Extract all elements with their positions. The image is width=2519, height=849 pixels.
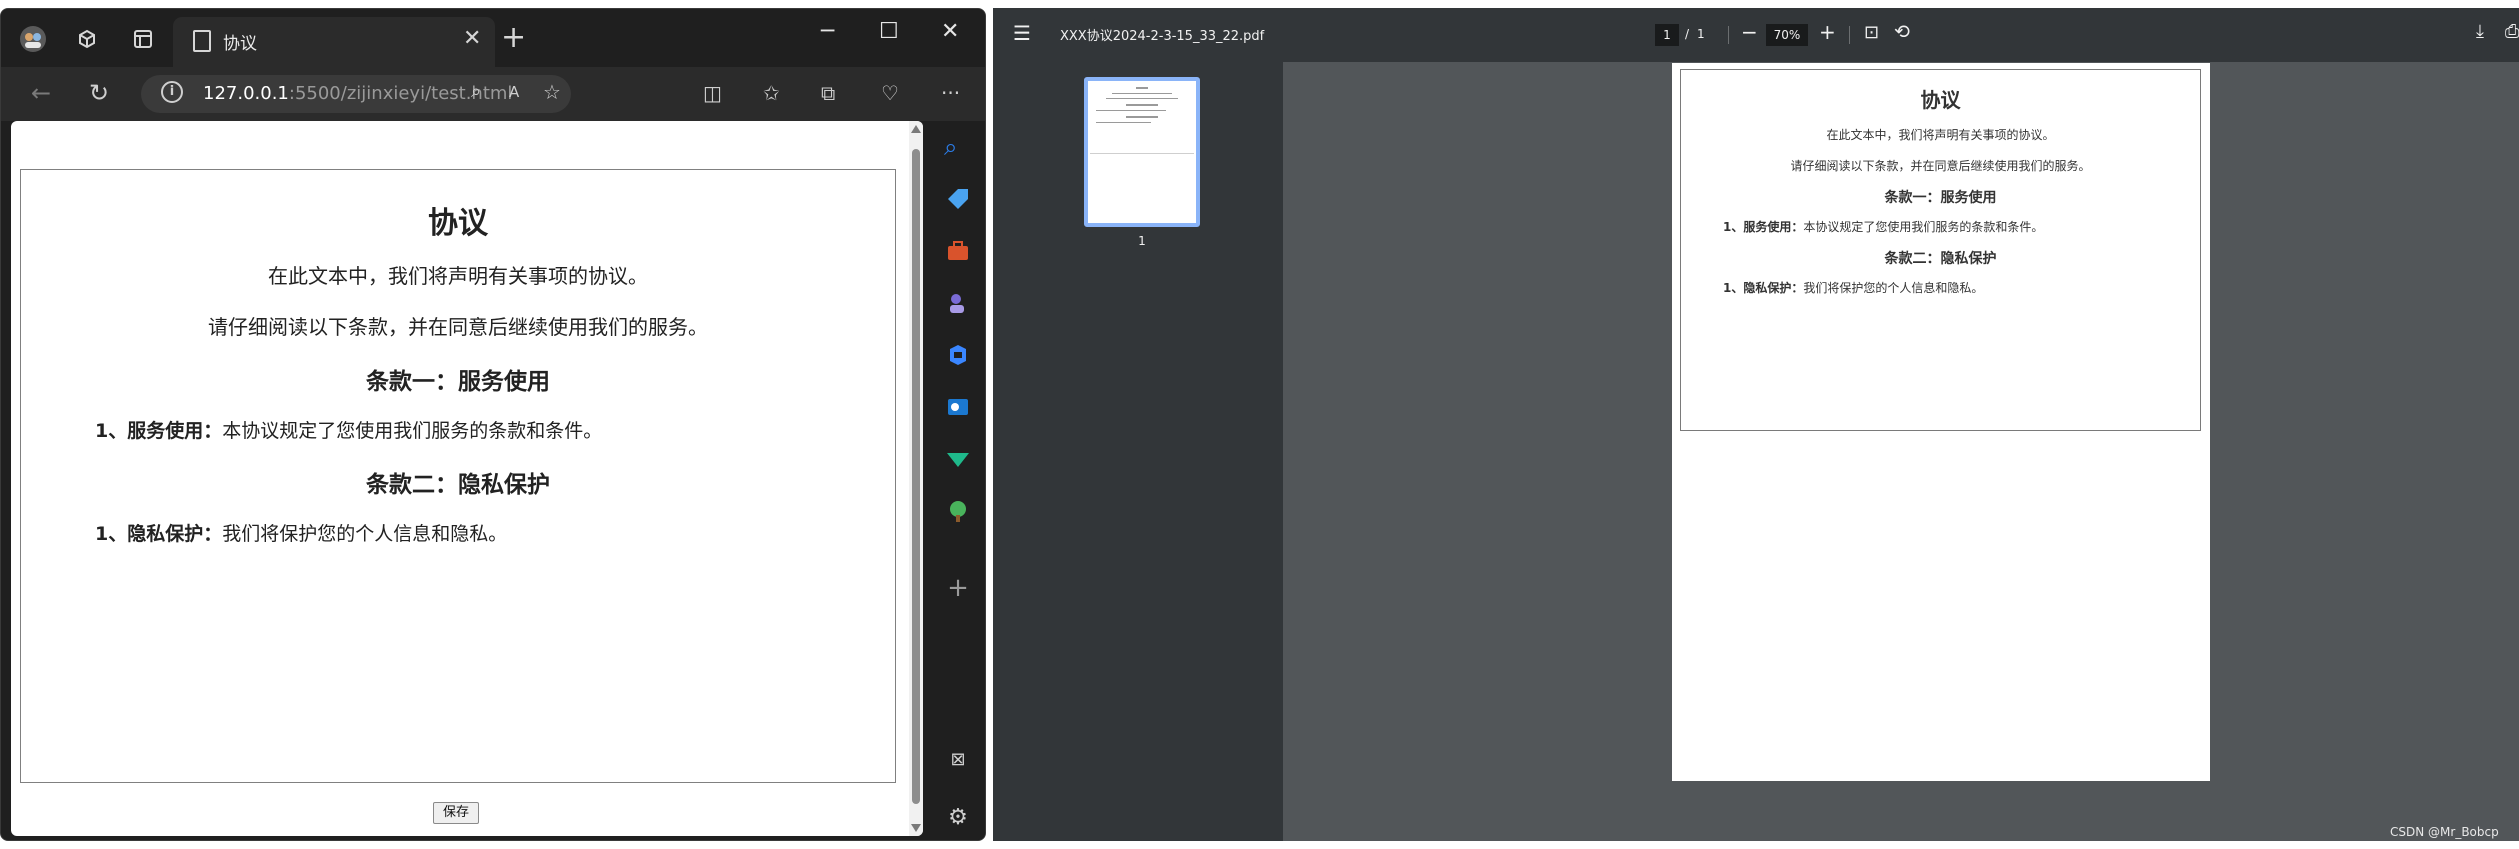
pdf-thumbnail-sidebar: 1 xyxy=(993,62,1283,841)
tab-title: 协议 xyxy=(223,34,257,54)
pdf-clause1-label: 1、服务使用： xyxy=(1723,220,1804,234)
settings-gear-icon[interactable]: ⚙ xyxy=(944,805,972,833)
tab-active[interactable]: 协议 ✕ xyxy=(173,17,495,67)
doc-title: 协议 xyxy=(428,206,488,241)
edge-sidebar: ⌕ + ⊠ ⚙ xyxy=(931,121,985,840)
pdf-filename: XXX协议2024-2-3-15_33_22.pdf xyxy=(1060,29,1265,44)
favorites-icon[interactable]: ✩ xyxy=(763,81,780,105)
favorite-star-icon[interactable]: ☆ xyxy=(543,80,561,104)
screenshot-icon[interactable]: ⊠ xyxy=(944,749,972,777)
clause2-heading: 条款二：隐私保护 xyxy=(366,472,550,498)
web-page-content: 协议 在此文本中，我们将声明有关事项的协议。 请仔细阅读以下条款，并在同意后继续… xyxy=(11,121,923,836)
page-thumbnail[interactable] xyxy=(1084,77,1200,227)
pdf-doc-title: 协议 xyxy=(1920,88,1961,112)
zoom-out-icon[interactable]: − xyxy=(1741,20,1758,44)
url-text[interactable]: 127.0.0.1:5500/zijinxieyi/test.html xyxy=(203,83,512,104)
clause2-item-text: 我们将保护您的个人信息和隐私。 xyxy=(222,523,508,545)
url-box[interactable]: i 127.0.0.1:5500/zijinxieyi/test.html ⌕ … xyxy=(141,75,571,113)
copilot-icon[interactable] xyxy=(944,341,972,369)
tree-icon[interactable] xyxy=(944,497,972,525)
maximize-icon[interactable]: ☐ xyxy=(879,19,899,44)
pdf-clause2-item: 1、隐私保护：我们将保护您的个人信息和隐私。 xyxy=(1723,279,1983,296)
pdf-clause2-label: 1、隐私保护： xyxy=(1723,281,1804,295)
shopping-tag-icon[interactable] xyxy=(944,185,972,213)
print-icon[interactable]: ⎙ xyxy=(2505,21,2519,42)
outlook-icon[interactable] xyxy=(944,393,972,421)
clause1-item: 1、服务使用：本协议规定了您使用我们服务的条款和条件。 xyxy=(95,416,602,443)
send-icon[interactable] xyxy=(944,445,972,473)
vertical-scrollbar[interactable] xyxy=(909,121,923,836)
scroll-up-icon[interactable] xyxy=(911,125,921,133)
toolbar-divider xyxy=(1728,26,1729,44)
pdf-clause1-item: 1、服务使用：本协议规定了您使用我们服务的条款和条件。 xyxy=(1723,218,2043,235)
toolbar-divider xyxy=(1849,26,1850,44)
page-icon xyxy=(193,30,211,52)
page-total: 1 xyxy=(1697,27,1705,41)
search-icon[interactable]: ⌕ xyxy=(944,133,972,161)
tools-icon[interactable] xyxy=(944,237,972,265)
scrollbar-thumb[interactable] xyxy=(912,149,920,804)
more-menu-icon[interactable]: ··· xyxy=(941,81,960,105)
clause2-item-label: 1、隐私保护： xyxy=(95,523,223,545)
browser-window: 协议 ✕ + ─ ☐ ✕ ← ↻ i 127.0.0.1:5500/zijinx… xyxy=(0,8,986,841)
profile-avatar[interactable] xyxy=(17,23,49,55)
site-info-icon[interactable]: i xyxy=(161,81,183,103)
clause1-heading: 条款一：服务使用 xyxy=(366,369,550,395)
back-icon[interactable]: ← xyxy=(31,79,51,107)
scroll-down-icon[interactable] xyxy=(911,824,921,832)
refresh-icon[interactable]: ↻ xyxy=(89,79,109,107)
pdf-viewer: ☰ XXX协议2024-2-3-15_33_22.pdf 1 / 1 − 70%… xyxy=(993,8,2519,841)
browser-essentials-icon[interactable]: ♡ xyxy=(881,81,899,105)
clause2-item: 1、隐私保护：我们将保护您的个人信息和隐私。 xyxy=(95,519,507,546)
page-separator: / xyxy=(1685,27,1690,41)
page-number-input[interactable]: 1 xyxy=(1655,24,1679,46)
clause1-item-label: 1、服务使用： xyxy=(95,420,223,442)
document-frame: 协议 在此文本中，我们将声明有关事项的协议。 请仔细阅读以下条款，并在同意后继续… xyxy=(20,169,896,783)
pdf-intro-1: 在此文本中，我们将声明有关事项的协议。 xyxy=(1826,128,2055,142)
pdf-clause1-heading: 条款一：服务使用 xyxy=(1884,190,1997,206)
plus-icon[interactable]: + xyxy=(501,23,526,53)
pdf-toolbar: ☰ XXX协议2024-2-3-15_33_22.pdf 1 / 1 − 70%… xyxy=(993,8,2519,62)
pdf-clause2-text: 我们将保护您的个人信息和隐私。 xyxy=(1803,281,1984,295)
clause1-item-text: 本协议规定了您使用我们服务的条款和条件。 xyxy=(222,420,603,442)
read-aloud-icon[interactable]: A xyxy=(509,83,519,101)
thumbnail-page-number: 1 xyxy=(1138,234,1146,248)
rotate-icon[interactable]: ⟲ xyxy=(1894,21,1910,43)
tab-actions-icon[interactable] xyxy=(127,23,159,55)
doc-intro-1: 在此文本中，我们将声明有关事项的协议。 xyxy=(268,264,648,288)
csdn-watermark: CSDN @Mr_Bobcp xyxy=(2390,825,2499,839)
pdf-clause1-text: 本协议规定了您使用我们服务的条款和条件。 xyxy=(1803,220,2044,234)
pdf-intro-2: 请仔细阅读以下条款，并在同意后继续使用我们的服务。 xyxy=(1790,159,2091,173)
minimize-icon[interactable]: ─ xyxy=(821,19,834,44)
tab-bar: 协议 ✕ + ─ ☐ ✕ xyxy=(1,9,985,67)
pdf-page: 协议 在此文本中，我们将声明有关事项的协议。 请仔细阅读以下条款，并在同意后继续… xyxy=(1672,63,2210,781)
menu-hamburger-icon[interactable]: ☰ xyxy=(1013,21,1031,45)
workspaces-icon[interactable] xyxy=(71,23,103,55)
save-button[interactable]: 保存 xyxy=(433,802,479,824)
add-sidebar-icon[interactable]: + xyxy=(944,573,972,603)
zoom-icon[interactable]: ⌕ xyxy=(471,81,481,102)
fit-page-icon[interactable]: ⊡ xyxy=(1864,22,1879,43)
pdf-clause2-heading: 条款二：隐私保护 xyxy=(1884,251,1997,267)
download-icon[interactable]: ⤓ xyxy=(2476,21,2484,42)
doc-intro-2: 请仔细阅读以下条款，并在同意后继续使用我们的服务。 xyxy=(208,315,708,339)
pdf-page-frame: 协议 在此文本中，我们将声明有关事项的协议。 请仔细阅读以下条款，并在同意后继续… xyxy=(1680,69,2201,431)
collections-icon[interactable]: ⧉ xyxy=(821,81,835,105)
games-icon[interactable] xyxy=(944,289,972,317)
screenshot-root: 协议 ✕ + ─ ☐ ✕ ← ↻ i 127.0.0.1:5500/zijinx… xyxy=(0,0,2519,849)
split-screen-icon[interactable]: ◫ xyxy=(703,81,722,105)
address-bar-row: ← ↻ i 127.0.0.1:5500/zijinxieyi/test.htm… xyxy=(1,67,985,121)
close-tab-icon[interactable]: ✕ xyxy=(463,26,481,51)
zoom-in-icon[interactable]: + xyxy=(1819,20,1836,44)
close-icon[interactable]: ✕ xyxy=(941,19,959,44)
zoom-input[interactable]: 70% xyxy=(1766,24,1808,46)
